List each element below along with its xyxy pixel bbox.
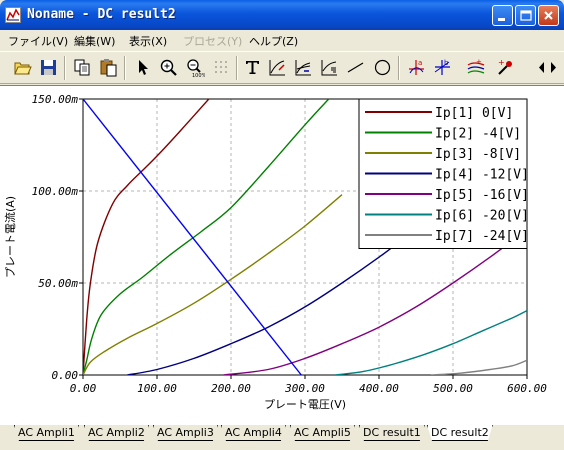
svg-text:+: + bbox=[498, 58, 505, 67]
circle-button[interactable] bbox=[371, 56, 394, 79]
legend-label: Ip[3] -8[V] bbox=[435, 147, 521, 162]
text-icon bbox=[246, 61, 259, 74]
app-graph-icon bbox=[5, 7, 21, 23]
draw-curve-button[interactable] bbox=[266, 56, 289, 79]
save-icon bbox=[41, 60, 56, 75]
legend-label: Ip[2] -4[V] bbox=[435, 127, 521, 142]
x-tick-label: 600.00 bbox=[507, 382, 547, 395]
paste-button[interactable] bbox=[97, 56, 120, 79]
tab-ac-ampli4[interactable]: AC Ampli4 bbox=[221, 425, 286, 441]
open-folder-icon bbox=[14, 62, 32, 75]
multi-curve-button[interactable]: + bbox=[465, 56, 488, 79]
text-button[interactable] bbox=[241, 56, 264, 79]
series-line-ip4 bbox=[127, 245, 395, 375]
marker-b-button[interactable]: b bbox=[431, 56, 454, 79]
scroll-arrows-icon bbox=[539, 62, 556, 73]
zoom-100-button[interactable]: 100% bbox=[183, 56, 206, 79]
menu-edit[interactable]: 編集(W) bbox=[74, 33, 115, 49]
legend-label: Ip[5] -16[V] bbox=[435, 188, 529, 203]
zoom-in-icon bbox=[160, 59, 177, 76]
tab-ac-ampli2[interactable]: AC Ampli2 bbox=[84, 425, 149, 441]
menu-bar: ファイル(V) 編集(W) 表示(X) プロセス(Y) ヘルプ(Z) bbox=[0, 30, 564, 50]
svg-text:a: a bbox=[418, 59, 422, 67]
series-line-ip5 bbox=[223, 234, 521, 375]
legend: Ip[1] 0[V] Ip[2] -4[V] Ip[3] -8[V] Ip[4] -1… bbox=[358, 98, 529, 249]
plate-characteristics-chart[interactable]: 0.00 100.00 200.00 300.00 400.00 500.00 600.00… bbox=[0, 86, 564, 426]
paste-icon bbox=[100, 59, 117, 77]
marker-a-icon: a bbox=[409, 59, 424, 75]
maximize-icon bbox=[520, 10, 532, 21]
copy-button[interactable] bbox=[71, 56, 94, 79]
marker-a-button[interactable]: a bbox=[405, 56, 428, 79]
draw-curve-icon bbox=[269, 60, 285, 76]
minimize-icon bbox=[498, 18, 505, 21]
line-icon bbox=[347, 62, 364, 73]
x-tick-label: 100.00 bbox=[137, 382, 177, 395]
zoom-100-icon: 100% bbox=[187, 59, 205, 78]
legend-label: Ip[1] 0[V] bbox=[435, 106, 513, 121]
title-bar[interactable]: Noname - DC result2 bbox=[0, 0, 564, 30]
tab-dc-result2[interactable]: DC result2 bbox=[427, 425, 493, 441]
multi-curve-icon: + bbox=[467, 58, 485, 74]
legend-label: Ip[6] -20[V] bbox=[435, 209, 529, 224]
tab-ac-ampli5[interactable]: AC Ampli5 bbox=[290, 425, 355, 441]
graph-area[interactable]: 0.00 100.00 200.00 300.00 400.00 500.00 600.00… bbox=[0, 85, 564, 425]
x-tick-label: 500.00 bbox=[433, 382, 473, 395]
svg-text:100%: 100% bbox=[192, 73, 205, 78]
dropper-icon: + bbox=[498, 58, 512, 75]
menu-process[interactable]: プロセス(Y) bbox=[183, 33, 242, 49]
x-tick-label: 300.00 bbox=[284, 382, 325, 395]
minimize-button[interactable] bbox=[492, 5, 513, 26]
grid-button[interactable] bbox=[210, 56, 233, 79]
marker-b-icon: b bbox=[434, 59, 450, 75]
svg-text:b: b bbox=[444, 59, 449, 67]
x-tick-label: 200.00 bbox=[211, 382, 251, 395]
menu-help[interactable]: ヘルプ(Z) bbox=[249, 33, 298, 49]
legend-label: Ip[7] -24[V] bbox=[435, 229, 529, 244]
y-axis-title: プレート電流(A) bbox=[3, 196, 17, 278]
tab-ac-ampli3[interactable]: AC Ampli3 bbox=[153, 425, 218, 441]
legend-label: Ip[4] -12[V] bbox=[435, 168, 529, 183]
y-tick-label: 150.00m bbox=[32, 93, 79, 106]
x-tick-label: 400.00 bbox=[359, 382, 399, 395]
close-icon bbox=[544, 11, 553, 20]
grid-icon bbox=[215, 61, 227, 73]
load-line bbox=[82, 98, 302, 376]
copy-icon bbox=[74, 59, 90, 76]
series-line-ip2 bbox=[83, 99, 330, 375]
save-button[interactable] bbox=[37, 56, 60, 79]
zoom-in-button[interactable] bbox=[157, 56, 180, 79]
svg-text:+: + bbox=[476, 58, 482, 66]
pointer-icon bbox=[139, 60, 148, 75]
y-tick-label: 0.00 bbox=[52, 369, 79, 382]
toolbar-scroll[interactable] bbox=[534, 56, 564, 79]
tab-dc-result1[interactable]: DC result1 bbox=[359, 425, 425, 441]
x-tick-label: 0.00 bbox=[70, 382, 97, 395]
tab-ac-ampli1[interactable]: AC Ampli1 bbox=[14, 425, 79, 441]
menu-file[interactable]: ファイル(V) bbox=[8, 33, 68, 49]
series-line-ip1 bbox=[83, 99, 210, 375]
dropper-button[interactable]: + bbox=[494, 56, 517, 79]
x-axis-title: プレート電圧(V) bbox=[264, 398, 346, 411]
draw-curve-3-icon bbox=[321, 60, 337, 76]
series-line-ip6 bbox=[334, 309, 527, 375]
sheet-tab-bar: AC Ampli1 AC Ampli2 AC Ampli3 AC Ampli4 … bbox=[0, 425, 564, 450]
maximize-button[interactable] bbox=[515, 5, 536, 26]
toolbar: 100% a b + + bbox=[0, 51, 564, 84]
menu-view[interactable]: 表示(X) bbox=[129, 33, 167, 49]
draw-curve-2-button[interactable] bbox=[292, 56, 315, 79]
draw-curve-3-button[interactable] bbox=[318, 56, 341, 79]
circle-icon bbox=[374, 59, 391, 76]
y-tick-label: 50.00m bbox=[38, 277, 78, 290]
line-button[interactable] bbox=[344, 56, 367, 79]
series-line-ip3 bbox=[83, 194, 343, 375]
draw-curve-2-icon bbox=[295, 60, 311, 76]
series-line-ip7 bbox=[430, 359, 527, 375]
window-title: Noname - DC result2 bbox=[27, 7, 176, 22]
pointer-button[interactable] bbox=[131, 56, 154, 79]
y-tick-label: 100.00m bbox=[32, 185, 79, 198]
close-button[interactable] bbox=[538, 5, 559, 26]
open-button[interactable] bbox=[11, 56, 34, 79]
